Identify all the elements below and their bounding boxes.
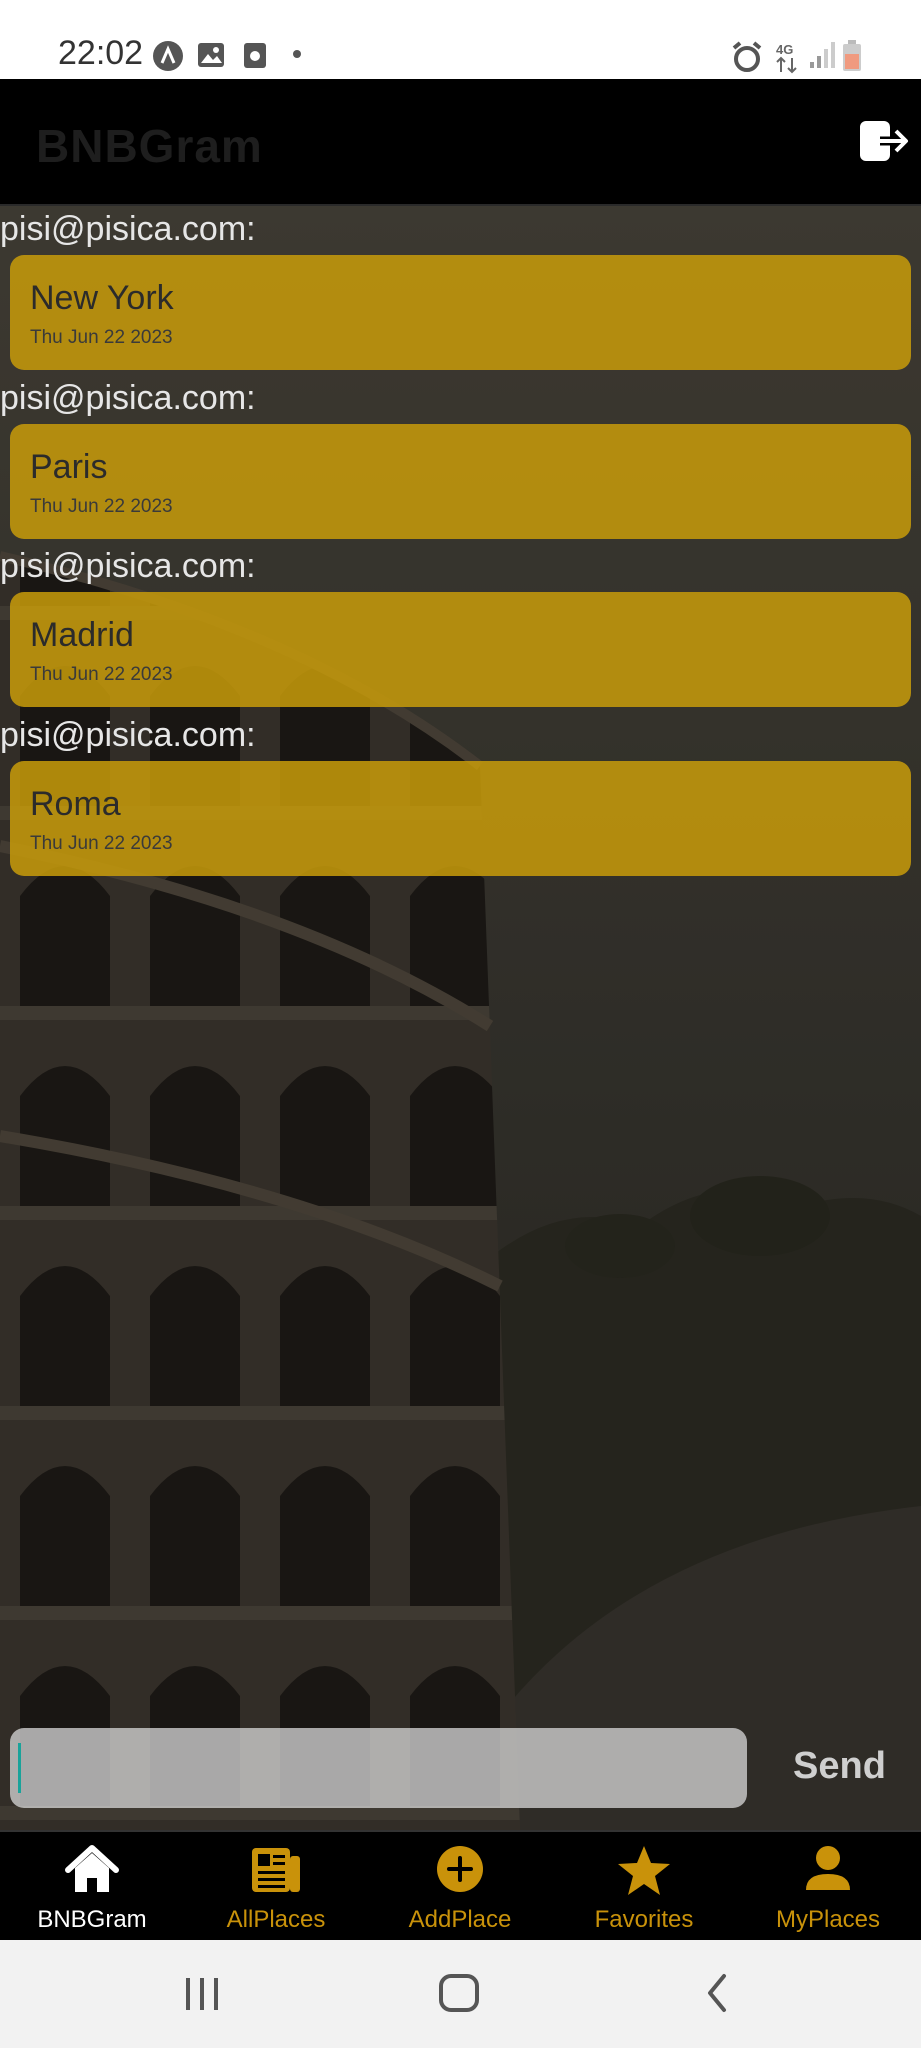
star-icon (618, 1846, 670, 1895)
system-nav-bar (0, 1940, 921, 2048)
auto-sync-icon (153, 41, 183, 71)
newspaper-icon (252, 1848, 300, 1892)
post-card[interactable]: Paris Thu Jun 22 2023 (10, 424, 911, 539)
signal-icon (810, 42, 835, 68)
post-card[interactable]: New York Thu Jun 22 2023 (10, 255, 911, 370)
recent-apps-icon[interactable] (182, 1968, 222, 2018)
post-card[interactable]: Roma Thu Jun 22 2023 (10, 761, 911, 876)
add-circle-icon (437, 1846, 483, 1892)
post-place: New York (30, 279, 174, 317)
home-icon (65, 1845, 119, 1892)
post-place: Paris (30, 448, 108, 486)
post-date: Thu Jun 22 2023 (30, 327, 173, 348)
tab-label: Favorites (594, 1906, 694, 1933)
tab-label: AllPlaces (226, 1906, 326, 1933)
home-nav-icon[interactable] (437, 1968, 481, 2018)
message-input[interactable] (10, 1728, 747, 1808)
post-date: Thu Jun 22 2023 (30, 833, 173, 854)
tab-label: BNBGram (37, 1906, 147, 1933)
post-date: Thu Jun 22 2023 (30, 496, 173, 517)
battery-icon (843, 40, 861, 71)
tab-label: MyPlaces (775, 1906, 881, 1933)
app-header: BNBGram (0, 79, 921, 206)
image-icon (198, 43, 224, 67)
notification-dot (293, 50, 301, 58)
tab-allplaces[interactable]: AllPlaces (184, 1832, 368, 1942)
tab-bnbgram[interactable]: BNBGram (0, 1832, 184, 1942)
bottom-tab-bar: BNBGram AllPlaces AddPlace Favorites MyP… (0, 1830, 921, 1940)
post-card[interactable]: Madrid Thu Jun 22 2023 (10, 592, 911, 707)
app-title: BNBGram (36, 120, 263, 172)
person-icon (806, 1846, 850, 1890)
send-button[interactable]: Send (793, 1745, 886, 1788)
status-bar: 22:02 4G (0, 0, 921, 79)
post-author: pisi@pisica.com: (0, 210, 256, 248)
tab-label: AddPlace (408, 1906, 512, 1933)
4g-icon: 4G (776, 42, 797, 74)
post-place: Madrid (30, 616, 134, 654)
tab-favorites[interactable]: Favorites (552, 1832, 736, 1942)
text-caret (18, 1743, 21, 1793)
status-time: 22:02 (58, 34, 144, 72)
post-place: Roma (30, 785, 121, 823)
post-date: Thu Jun 22 2023 (30, 664, 173, 685)
post-author: pisi@pisica.com: (0, 547, 256, 585)
post-author: pisi@pisica.com: (0, 379, 256, 417)
post-author: pisi@pisica.com: (0, 716, 256, 754)
screen-record-icon (244, 43, 266, 68)
back-nav-icon[interactable] (700, 1968, 734, 2018)
alarm-icon (732, 41, 762, 72)
tab-addplace[interactable]: AddPlace (368, 1832, 552, 1942)
svg-text:4G: 4G (776, 42, 793, 57)
tab-myplaces[interactable]: MyPlaces (736, 1832, 920, 1942)
logout-icon[interactable] (858, 119, 910, 163)
